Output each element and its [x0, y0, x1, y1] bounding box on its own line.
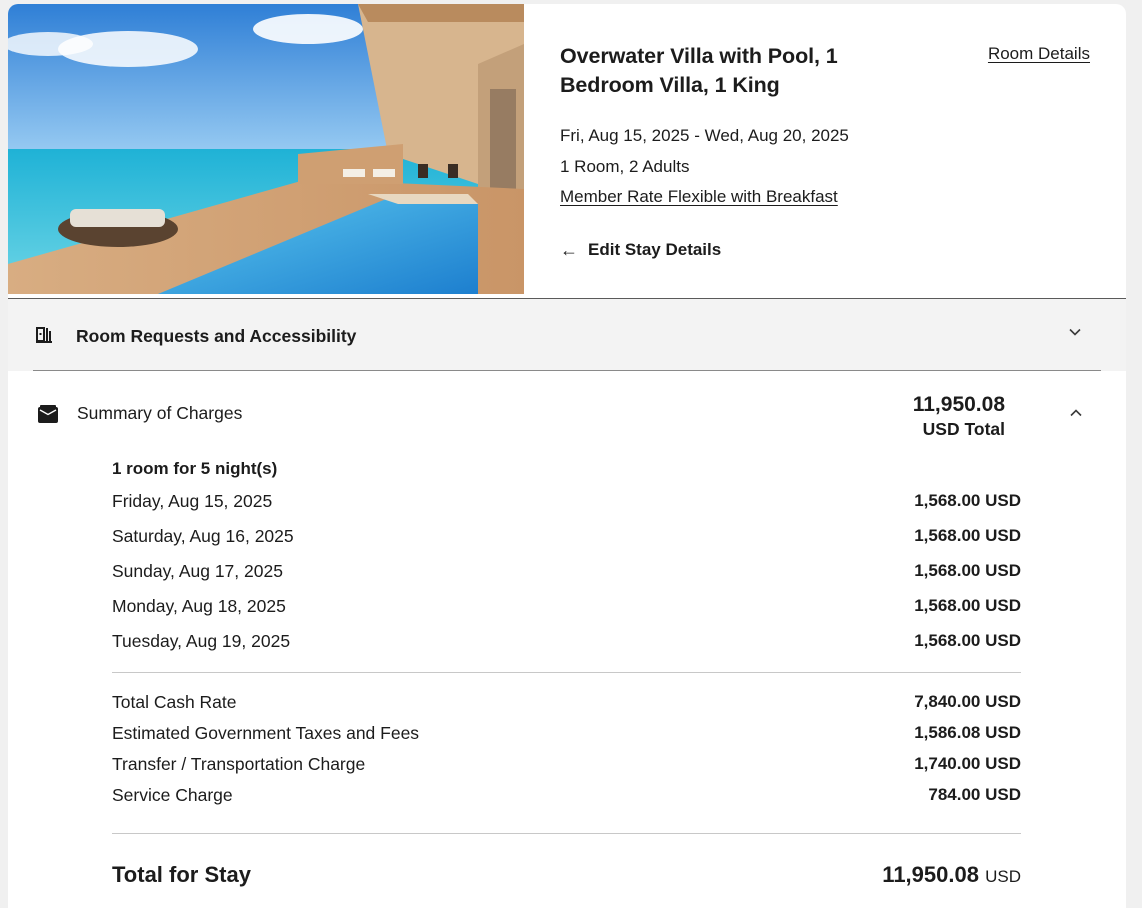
charge-amount: 784.00 USD	[928, 785, 1021, 804]
room-requests-label: Room Requests and Accessibility	[76, 326, 357, 346]
charge-row: Service Charge 784.00 USD	[112, 785, 1021, 809]
total-for-stay-currency: USD	[985, 867, 1021, 886]
summary-total-amount: 11,950.08	[912, 393, 1005, 416]
summary-total-currency-label: USD Total	[922, 419, 1005, 439]
night-date: Tuesday, Aug 19, 2025	[112, 631, 291, 651]
night-amount: 1,568.00 USD	[914, 631, 1021, 650]
room-title: Overwater Villa with Pool, 1 Bedroom Vil…	[560, 44, 838, 97]
charge-row: Total Cash Rate 7,840.00 USD	[112, 692, 1021, 716]
night-row: Friday, Aug 15, 2025 1,568.00 USD	[112, 491, 1021, 515]
night-date: Monday, Aug 18, 2025	[112, 596, 286, 616]
total-for-stay-label: Total for Stay	[112, 862, 251, 887]
total-for-stay-amount: 11,950.08	[882, 862, 979, 887]
night-row: Tuesday, Aug 19, 2025 1,568.00 USD	[112, 631, 1021, 655]
night-row: Monday, Aug 18, 2025 1,568.00 USD	[112, 596, 1021, 620]
night-date: Saturday, Aug 16, 2025	[112, 526, 294, 546]
total-for-stay-amount-group: 11,950.08 USD	[882, 862, 1021, 888]
night-date: Friday, Aug 15, 2025	[112, 491, 273, 511]
charge-row: Estimated Government Taxes and Fees 1,58…	[112, 723, 1021, 747]
night-amount: 1,568.00 USD	[914, 526, 1021, 545]
charge-label: Service Charge	[112, 785, 233, 805]
divider	[33, 370, 1101, 371]
edit-stay-details-link[interactable]: ← Edit Stay Details	[560, 240, 721, 260]
stay-dates: Fri, Aug 15, 2025 - Wed, Aug 20, 2025	[560, 126, 849, 145]
wallet-icon	[38, 405, 58, 428]
charge-label: Total Cash Rate	[112, 692, 237, 712]
door-luggage-icon	[36, 327, 52, 348]
night-row: Saturday, Aug 16, 2025 1,568.00 USD	[112, 526, 1021, 550]
divider	[112, 833, 1021, 834]
overwater-villa-photo	[8, 4, 524, 294]
chevron-up-icon[interactable]	[1069, 406, 1083, 425]
room-occupancy: 1 Room, 2 Adults	[560, 157, 690, 176]
night-amount: 1,568.00 USD	[914, 561, 1021, 580]
total-for-stay-row: Total for Stay 11,950.08 USD	[112, 862, 1021, 892]
night-amount: 1,568.00 USD	[914, 491, 1021, 510]
rate-name-link[interactable]: Member Rate Flexible with Breakfast	[560, 187, 838, 207]
reservation-card: Overwater Villa with Pool, 1 Bedroom Vil…	[8, 4, 1126, 908]
night-amount: 1,568.00 USD	[914, 596, 1021, 615]
charge-label: Estimated Government Taxes and Fees	[112, 723, 420, 743]
room-requests-accordion[interactable]: Room Requests and Accessibility	[8, 299, 1126, 371]
charge-row: Transfer / Transportation Charge 1,740.0…	[112, 754, 1021, 778]
room-details-link[interactable]: Room Details	[988, 44, 1090, 64]
chevron-down-icon[interactable]	[1068, 325, 1082, 344]
night-date: Sunday, Aug 17, 2025	[112, 561, 283, 581]
charge-amount: 1,586.08 USD	[914, 723, 1021, 742]
night-row: Sunday, Aug 17, 2025 1,568.00 USD	[112, 561, 1021, 585]
summary-of-charges-label: Summary of Charges	[77, 403, 243, 423]
charge-amount: 1,740.00 USD	[914, 754, 1021, 773]
nights-heading: 1 room for 5 night(s)	[112, 459, 278, 478]
charge-label: Transfer / Transportation Charge	[112, 754, 366, 774]
divider	[112, 672, 1021, 673]
charge-amount: 7,840.00 USD	[914, 692, 1021, 711]
arrow-left-icon: ←	[560, 240, 578, 260]
edit-stay-label: Edit Stay Details	[588, 240, 722, 259]
